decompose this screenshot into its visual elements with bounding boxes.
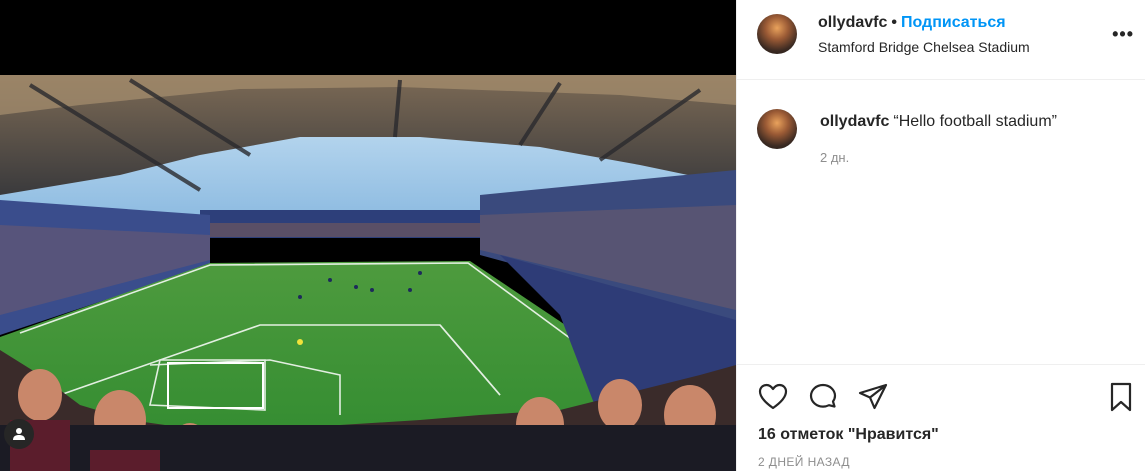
caption-time[interactable]: 2 дн. xyxy=(820,150,849,165)
header-username[interactable]: ollydavfc xyxy=(818,14,887,31)
caption-text: “Hello football stadium” xyxy=(893,113,1057,130)
avatar[interactable] xyxy=(757,14,797,54)
user-tag-icon[interactable] xyxy=(4,419,34,449)
caption-username[interactable]: ollydavfc xyxy=(820,113,889,130)
post-side-panel: ollydavfc • Подписаться Stamford Bridge Ch… xyxy=(736,0,1145,471)
heart-icon[interactable] xyxy=(757,381,789,413)
comment-icon[interactable] xyxy=(807,381,839,413)
follow-button[interactable]: Подписаться xyxy=(901,14,1006,31)
post-media xyxy=(0,0,736,471)
caption-avatar[interactable] xyxy=(757,109,797,149)
bookmark-icon[interactable] xyxy=(1105,381,1137,413)
stadium-photo[interactable] xyxy=(0,75,736,471)
header-user-line: ollydavfc • Подписаться xyxy=(818,14,1006,32)
post-header: ollydavfc • Подписаться Stamford Bridge Ch… xyxy=(737,0,1145,80)
caption: ollydavfc “Hello football stadium” xyxy=(820,113,1057,131)
likes-count[interactable]: 16 отметок "Нравится" xyxy=(758,426,939,444)
more-options-icon[interactable]: ••• xyxy=(1112,24,1134,45)
paper-plane-icon[interactable] xyxy=(857,381,889,413)
post-actions: 16 отметок "Нравится" 2 ДНЕЙ НАЗАД xyxy=(737,364,1145,471)
location-link[interactable]: Stamford Bridge Chelsea Stadium xyxy=(818,39,1030,55)
post-date[interactable]: 2 ДНЕЙ НАЗАД xyxy=(758,455,850,469)
separator-dot: • xyxy=(891,14,897,31)
